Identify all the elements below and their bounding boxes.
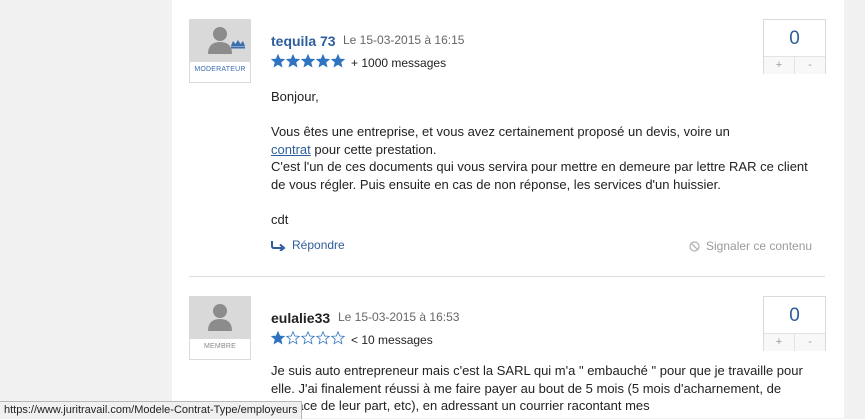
star-icon <box>301 54 315 68</box>
vote-buttons: + - <box>764 56 825 74</box>
reply-button[interactable]: Répondre <box>271 238 345 253</box>
post-body: Bonjour, Vous êtes une entreprise, et vo… <box>271 88 821 229</box>
star-icon <box>271 331 285 345</box>
role-label: MEMBRE <box>204 343 236 350</box>
post-paragraph: Vous êtes une entreprise, et vous avez c… <box>271 123 821 158</box>
author-name[interactable]: tequila 73 <box>271 33 336 49</box>
star-outline-icon <box>286 331 300 345</box>
message-count: + 1000 messages <box>351 56 447 70</box>
post-text: Vous êtes une entreprise, et vous avez c… <box>271 124 730 140</box>
author-name[interactable]: eulalie33 <box>271 310 330 326</box>
star-outline-icon <box>316 331 330 345</box>
status-bar-url: https://www.juritravail.com/Modele-Contr… <box>0 401 303 419</box>
star-outline-icon <box>301 331 315 345</box>
star-icon <box>271 54 285 68</box>
vote-count: 0 <box>789 28 800 49</box>
forum-post: MODERATEUR tequila 73 Le 15-03-2015 à 16… <box>172 0 844 276</box>
avatar[interactable]: MEMBRE <box>189 296 251 360</box>
vote-buttons: + - <box>764 333 825 351</box>
reply-label: Répondre <box>292 238 345 252</box>
upvote-button[interactable]: + <box>764 57 795 74</box>
post-body: Je suis auto entrepreneur mais c'est la … <box>271 362 821 415</box>
rating-stars <box>271 331 346 347</box>
post-date: Le 15-03-2015 à 16:53 <box>338 310 460 324</box>
forum-post: MEMBRE eulalie33 Le 15-03-2015 à 16:53 <… <box>172 277 844 418</box>
message-count: < 10 messages <box>351 333 433 347</box>
reply-arrow-icon <box>271 241 286 253</box>
post-signoff: cdt <box>271 212 289 228</box>
discussion-panel: MODERATEUR tequila 73 Le 15-03-2015 à 16… <box>172 0 844 418</box>
star-icon <box>331 54 345 68</box>
avatar[interactable]: MODERATEUR <box>189 19 251 83</box>
post-greeting: Bonjour, <box>271 89 319 104</box>
rating-stars <box>271 54 346 70</box>
report-button[interactable]: Signaler ce contenu <box>689 239 812 253</box>
user-silhouette-icon <box>190 297 250 339</box>
star-outline-icon <box>331 331 345 345</box>
post-paragraph: C'est l'un de ces documents qui vous ser… <box>271 159 808 192</box>
contrat-link[interactable]: contrat <box>271 142 311 157</box>
role-label: MODERATEUR <box>194 66 246 73</box>
vote-box: 0 + - <box>763 19 826 74</box>
post-date: Le 15-03-2015 à 16:15 <box>343 33 465 47</box>
report-label: Signaler ce contenu <box>706 239 813 253</box>
upvote-button[interactable]: + <box>764 334 795 351</box>
downvote-button[interactable]: - <box>795 334 825 351</box>
post-paragraph: Je suis auto entrepreneur mais c'est la … <box>271 363 803 414</box>
vote-count: 0 <box>789 305 800 326</box>
user-silhouette-icon <box>190 20 250 62</box>
star-icon <box>286 54 300 68</box>
post-text: pour cette prestation. <box>314 141 437 157</box>
vote-box: 0 + - <box>763 296 826 351</box>
block-icon <box>689 241 700 252</box>
downvote-button[interactable]: - <box>795 57 825 74</box>
star-icon <box>316 54 330 68</box>
